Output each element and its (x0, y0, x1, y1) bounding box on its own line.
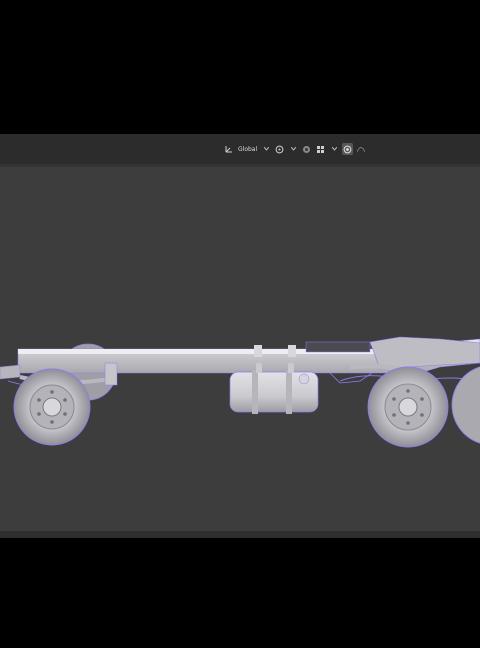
transform-orientation-label[interactable]: Global (237, 146, 258, 153)
chevron-down-icon[interactable] (329, 143, 339, 155)
snap-target-icon[interactable] (315, 143, 326, 155)
snap-toggle-icon[interactable] (301, 143, 312, 155)
viewport-header: Global (0, 134, 480, 165)
truck-chassis-model[interactable] (0, 336, 480, 448)
chevron-down-icon[interactable] (288, 143, 298, 155)
viewport-footer (0, 531, 480, 538)
transform-orientation-icon[interactable] (224, 143, 234, 155)
3d-viewport-editor: Global (0, 134, 480, 538)
proportional-editing-icon[interactable] (342, 143, 354, 155)
letterbox-top (0, 0, 480, 134)
3d-viewport-canvas[interactable] (0, 167, 480, 531)
pivot-point-icon[interactable] (274, 143, 285, 155)
chevron-down-icon[interactable] (261, 143, 271, 155)
proportional-falloff-icon[interactable] (356, 143, 366, 155)
transform-toolbar: Global (224, 142, 366, 156)
front-far-wheel[interactable] (451, 365, 480, 445)
front-near-wheel[interactable] (367, 366, 449, 448)
rear-near-wheel[interactable] (13, 368, 91, 446)
letterbox-bottom (0, 538, 480, 648)
